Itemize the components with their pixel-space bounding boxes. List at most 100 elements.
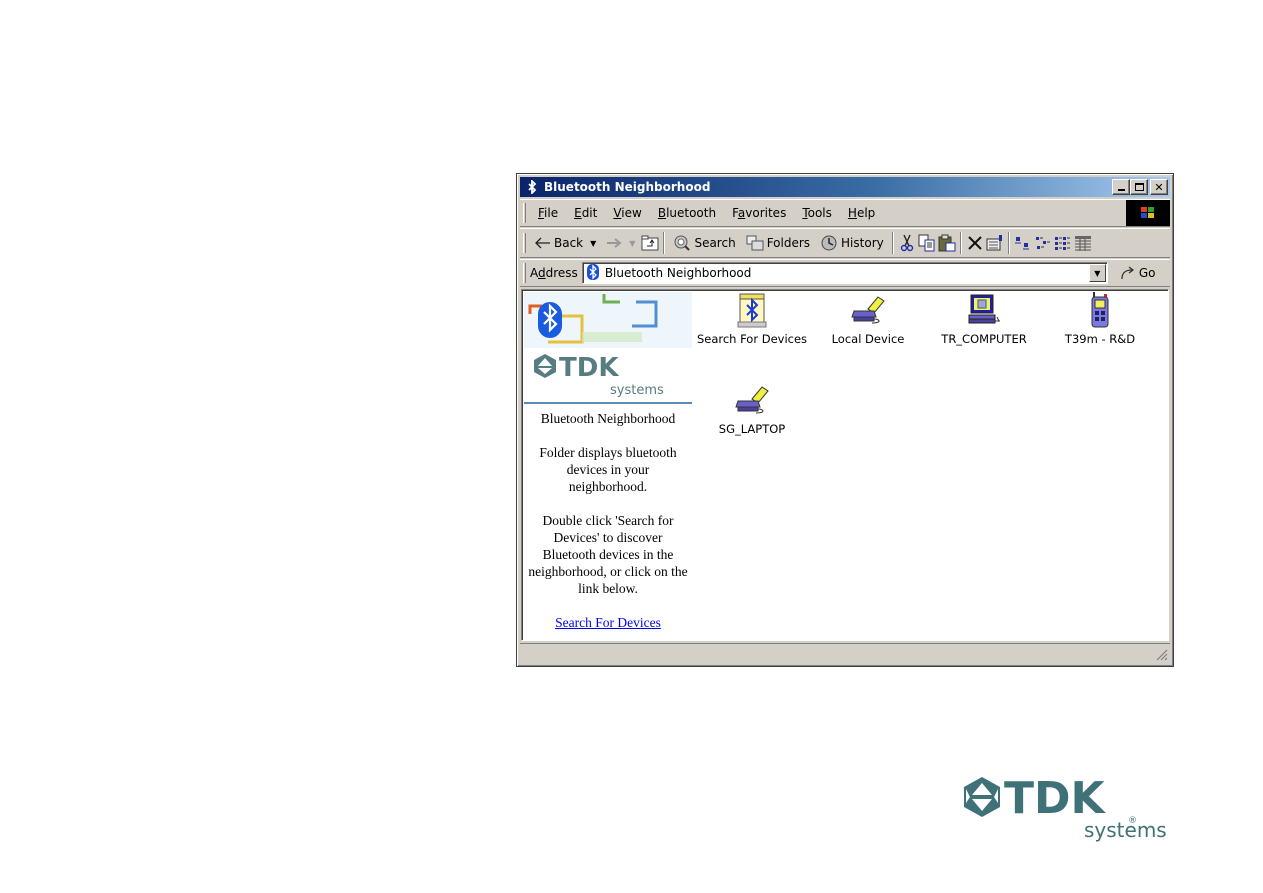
mobile-phone-icon [1082, 292, 1118, 328]
laptop-icon [850, 292, 886, 328]
tdk-systems-logo: TDK systems [534, 353, 664, 398]
toolbar-grip[interactable] [523, 233, 526, 253]
address-value: Bluetooth Neighborhood [604, 266, 752, 280]
cut-button[interactable] [897, 233, 917, 253]
resize-grip-icon[interactable] [1156, 649, 1168, 661]
device-sg-laptop[interactable]: SG_LAPTOP [694, 382, 810, 436]
address-grip[interactable] [523, 263, 526, 283]
device-label: Search For Devices [696, 332, 808, 346]
pane-heading: Bluetooth Neighborhood [540, 411, 676, 426]
laptop-icon [734, 382, 770, 418]
chevron-down-icon: ▼ [1094, 268, 1101, 278]
toolbar-separator [1007, 232, 1010, 254]
desktop-computer-icon [966, 292, 1002, 328]
explorer-window: Bluetooth Neighborhood ✕ File Edit View … [516, 173, 1174, 667]
maximize-icon [1134, 183, 1144, 191]
address-label: Address [530, 266, 578, 280]
minimize-button[interactable] [1112, 179, 1130, 195]
bluetooth-search-icon [734, 292, 770, 328]
standard-toolbar: Back ▼ ▼ Search Folders History [520, 228, 1170, 258]
menu-favorites[interactable]: Favorites [724, 206, 794, 220]
delete-x-icon [968, 236, 982, 250]
history-button[interactable]: History [815, 231, 889, 255]
bluetooth-icon [524, 179, 540, 195]
back-button[interactable]: Back ▼ [530, 231, 601, 255]
tdk-systems-text: systems [610, 383, 664, 398]
status-bar [520, 643, 1170, 663]
paste-button[interactable] [937, 233, 957, 253]
folder-view: TDK systems Bluetooth Neighborhood Folde… [521, 289, 1169, 641]
maximize-button[interactable] [1130, 179, 1148, 195]
device-tr-computer[interactable]: TR_COMPUTER [926, 292, 1042, 346]
search-for-devices-link[interactable]: Search For Devices [555, 615, 661, 630]
bluetooth-icon [586, 263, 600, 283]
device-label: Local Device [831, 332, 905, 346]
minimize-icon [1117, 189, 1125, 191]
large-icons-view-icon [1014, 237, 1029, 250]
tdk-systems-footer-logo: TDK ® systems [964, 775, 1167, 842]
folders-icon [746, 235, 764, 251]
large-icons-view-button[interactable] [1013, 233, 1033, 253]
go-button[interactable]: Go [1120, 266, 1155, 280]
delete-button[interactable] [965, 233, 985, 253]
copy-button[interactable] [917, 233, 937, 253]
menu-view[interactable]: View [605, 206, 649, 220]
bluetooth-banner-graphic [524, 292, 692, 348]
forward-button[interactable]: ▼ [601, 231, 640, 255]
pane-instructions: Double click 'Search for Devices' to dis… [528, 513, 688, 596]
list-view-button[interactable] [1053, 233, 1073, 253]
back-arrow-icon [535, 237, 550, 249]
paste-icon [938, 234, 956, 252]
history-clock-icon [821, 235, 837, 251]
search-globe-icon [674, 235, 691, 251]
window-title: Bluetooth Neighborhood [544, 180, 711, 194]
scissors-icon [900, 234, 913, 252]
properties-button[interactable] [985, 233, 1005, 253]
windows-logo [1126, 200, 1170, 226]
web-view-pane: TDK systems Bluetooth Neighborhood Folde… [524, 292, 692, 638]
toolbar-separator [663, 232, 666, 254]
toolbar-separator [891, 232, 894, 254]
details-view-icon [1074, 236, 1091, 251]
properties-icon [986, 235, 1002, 251]
close-button[interactable]: ✕ [1150, 179, 1168, 195]
device-label: TR_COMPUTER [941, 332, 1027, 346]
address-input[interactable]: Bluetooth Neighborhood ▼ [581, 262, 1108, 284]
forward-dropdown-icon[interactable]: ▼ [629, 239, 635, 248]
device-local-device[interactable]: Local Device [810, 292, 926, 346]
device-icon-grid: Search For Devices Local Device TR_COMPU… [694, 290, 1168, 640]
menu-file[interactable]: File [530, 206, 566, 220]
device-t39m-rd[interactable]: T39m - R&D [1042, 292, 1158, 346]
up-folder-button[interactable] [640, 233, 660, 253]
device-label: SG_LAPTOP [718, 422, 786, 436]
small-icons-view-icon [1035, 237, 1050, 249]
footer-systems-text: systems [1084, 818, 1167, 842]
menu-bluetooth[interactable]: Bluetooth [650, 206, 724, 220]
title-bar[interactable]: Bluetooth Neighborhood ✕ [520, 177, 1170, 197]
up-folder-icon [641, 235, 659, 251]
menu-grip[interactable] [523, 203, 526, 223]
details-view-button[interactable] [1073, 233, 1093, 253]
back-dropdown-icon[interactable]: ▼ [590, 239, 596, 248]
address-bar: Address Bluetooth Neighborhood ▼ Go [520, 259, 1170, 287]
toolbar-separator [959, 232, 962, 254]
address-dropdown-button[interactable]: ▼ [1088, 264, 1106, 282]
device-search-for-devices[interactable]: Search For Devices [694, 292, 810, 346]
copy-icon [918, 234, 935, 252]
small-icons-view-button[interactable] [1033, 233, 1053, 253]
search-button[interactable]: Search [668, 231, 740, 255]
menu-bar: File Edit View Bluetooth Favorites Tools… [520, 199, 1170, 227]
close-icon: ✕ [1154, 180, 1164, 194]
device-label: T39m - R&D [1064, 332, 1136, 346]
pane-divider [524, 402, 692, 404]
footer-brand-text: TDK [1004, 775, 1107, 824]
go-arrow-icon [1121, 266, 1134, 280]
tdk-brand-text: TDK [559, 353, 619, 383]
list-view-icon [1054, 237, 1070, 250]
folders-button[interactable]: Folders [741, 231, 815, 255]
pane-description: Folder displays bluetooth devices in you… [539, 445, 677, 494]
menu-edit[interactable]: Edit [566, 206, 605, 220]
menu-help[interactable]: Help [840, 206, 883, 220]
menu-tools[interactable]: Tools [794, 206, 840, 220]
windows-flag-icon [1141, 207, 1154, 218]
